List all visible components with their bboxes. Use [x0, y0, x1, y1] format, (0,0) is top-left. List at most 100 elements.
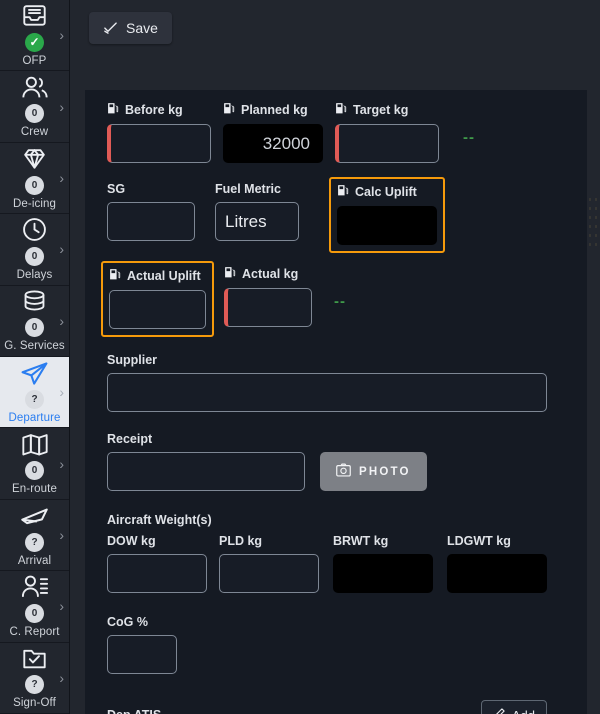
dep-atis-row: Dep ATIS Add	[107, 700, 547, 714]
field-sg: SG	[107, 182, 195, 241]
diamond-icon	[20, 145, 50, 173]
label-supplier: Supplier	[107, 353, 565, 367]
label-sg: SG	[107, 182, 195, 196]
fuel-row-actual: Actual Uplift Actual kg --	[101, 261, 565, 337]
resize-grip[interactable]	[587, 195, 598, 251]
sidebar-item-arrival[interactable]: ? Arrival ›	[0, 499, 69, 572]
main-area: Save Before kg Planned kg 32000 Target k…	[70, 0, 600, 714]
supplier-input[interactable]	[107, 373, 547, 412]
calc-uplift-value	[337, 206, 437, 245]
add-dep-atis-button[interactable]: Add	[480, 700, 547, 714]
field-cog-pct: CoG %	[107, 615, 565, 674]
before-kg-input[interactable]	[107, 124, 211, 163]
label-pld-kg: PLD kg	[219, 534, 319, 548]
work-area: Before kg Planned kg 32000 Target kg -- …	[70, 55, 600, 714]
label-actual-uplift: Actual Uplift	[109, 268, 206, 284]
label-text: Fuel Metric	[215, 182, 281, 196]
fuel-pump-icon	[337, 184, 350, 200]
sidebar-item-ofp[interactable]: ✓ OFP ›	[0, 0, 69, 72]
receipt-input[interactable]	[107, 452, 305, 491]
chevron-right-icon[interactable]: ›	[59, 456, 64, 472]
sidebar-item-badge: 0	[25, 104, 44, 124]
sidebar-item-label: Sign-Off	[13, 697, 56, 710]
label-text: PLD kg	[219, 534, 263, 548]
sidebar-item-sign-off[interactable]: ? Sign-Off ›	[0, 642, 69, 714]
field-before-kg: Before kg	[107, 102, 211, 163]
save-button[interactable]: Save	[89, 11, 172, 44]
sg-input[interactable]	[107, 202, 195, 241]
label-text: BRWT kg	[333, 534, 389, 548]
label-cog-pct: CoG %	[107, 615, 565, 629]
label-receipt: Receipt	[107, 432, 305, 446]
sidebar-item-departure[interactable]: ? Departure ›	[0, 357, 69, 429]
save-button-label: Save	[126, 19, 158, 36]
map-icon	[20, 430, 50, 458]
fuel-row-secondary: SG Fuel Metric Litres Calc Uplift	[107, 177, 565, 253]
database-icon	[20, 287, 50, 315]
label-ldgwt-kg: LDGWT kg	[447, 534, 547, 548]
fuel-pump-icon	[109, 268, 122, 284]
label-before-kg: Before kg	[107, 102, 211, 118]
chevron-right-icon[interactable]: ›	[59, 170, 64, 186]
brwt-kg-value	[333, 554, 433, 593]
target-kg-input[interactable]	[335, 124, 439, 163]
field-calc-uplift: Calc Uplift	[337, 184, 437, 245]
actual-uplift-input[interactable]	[109, 290, 206, 329]
label-text: CoG %	[107, 615, 148, 629]
chevron-right-icon[interactable]: ›	[59, 598, 64, 614]
fuel-pump-icon	[335, 102, 348, 118]
sidebar-item-g-services[interactable]: 0 G. Services ›	[0, 285, 69, 358]
sidebar-item-crew[interactable]: 0 Crew ›	[0, 71, 69, 143]
chevron-right-icon[interactable]: ›	[59, 384, 64, 400]
chevron-right-icon[interactable]: ›	[59, 241, 64, 257]
sidebar-item-label: G. Services	[4, 340, 65, 353]
field-receipt: Receipt	[107, 432, 305, 491]
sidebar-item-c-report[interactable]: 0 C. Report ›	[0, 571, 69, 643]
sidebar-item-en-route[interactable]: 0 En-route ›	[0, 428, 69, 500]
actual-kg-input[interactable]	[224, 288, 312, 327]
clock-icon	[20, 216, 50, 244]
calc-uplift-highlight: Calc Uplift	[329, 177, 445, 253]
sidebar-item-badge: 0	[25, 603, 44, 623]
field-pld-kg: PLD kg	[219, 534, 319, 593]
dep-atis-label: Dep ATIS	[107, 708, 161, 714]
camera-icon	[336, 463, 351, 480]
fuel-pump-icon	[223, 102, 236, 118]
fuel-pump-icon	[107, 102, 120, 118]
add-button-label: Add	[512, 708, 535, 714]
chevron-right-icon[interactable]: ›	[59, 99, 64, 115]
label-text: Supplier	[107, 353, 158, 367]
paper-plane-icon	[20, 359, 50, 387]
sidebar-item-label: Delays	[16, 268, 53, 281]
sidebar-item-badge: 0	[25, 246, 44, 266]
label-text: DOW kg	[107, 534, 156, 548]
chevron-right-icon[interactable]: ›	[59, 27, 64, 43]
departure-fuel-card: Before kg Planned kg 32000 Target kg -- …	[85, 90, 587, 714]
sidebar-item-delays[interactable]: 0 Delays ›	[0, 214, 69, 286]
tray-icon	[20, 2, 50, 30]
sidebar-item-label: OFP	[22, 54, 47, 67]
field-fuel-metric: Fuel Metric	[215, 182, 299, 241]
chevron-right-icon[interactable]: ›	[59, 670, 64, 686]
sidebar-item-label: C. Report	[9, 625, 60, 638]
chevron-right-icon[interactable]: ›	[59, 313, 64, 329]
photo-button-label: PHOTO	[359, 465, 411, 478]
weights-row: DOW kg PLD kg BRWT kg LDGWT kg	[107, 534, 565, 593]
ldgwt-kg-value	[447, 554, 547, 593]
app-root: ✓ OFP › 0 Crew › 0 De-icing › 0 Delays › 0 G. Service…	[0, 0, 600, 714]
label-planned-kg: Planned kg	[223, 102, 323, 118]
dow-kg-input[interactable]	[107, 554, 207, 593]
contact-icon	[20, 573, 50, 601]
sidebar-item-de-icing[interactable]: 0 De-icing ›	[0, 142, 69, 215]
people-icon	[20, 73, 50, 101]
label-text: Calc Uplift	[355, 185, 417, 199]
pld-kg-input[interactable]	[219, 554, 319, 593]
chevron-right-icon[interactable]: ›	[59, 527, 64, 543]
fuel-metric-input[interactable]	[215, 202, 299, 241]
photo-button[interactable]: PHOTO	[320, 452, 427, 491]
actual-uplift-highlight: Actual Uplift	[101, 261, 214, 337]
label-target-kg: Target kg	[335, 102, 439, 118]
cog-pct-input[interactable]	[107, 635, 177, 674]
planned-kg-value	[223, 124, 323, 163]
folder-check-icon	[20, 644, 50, 672]
